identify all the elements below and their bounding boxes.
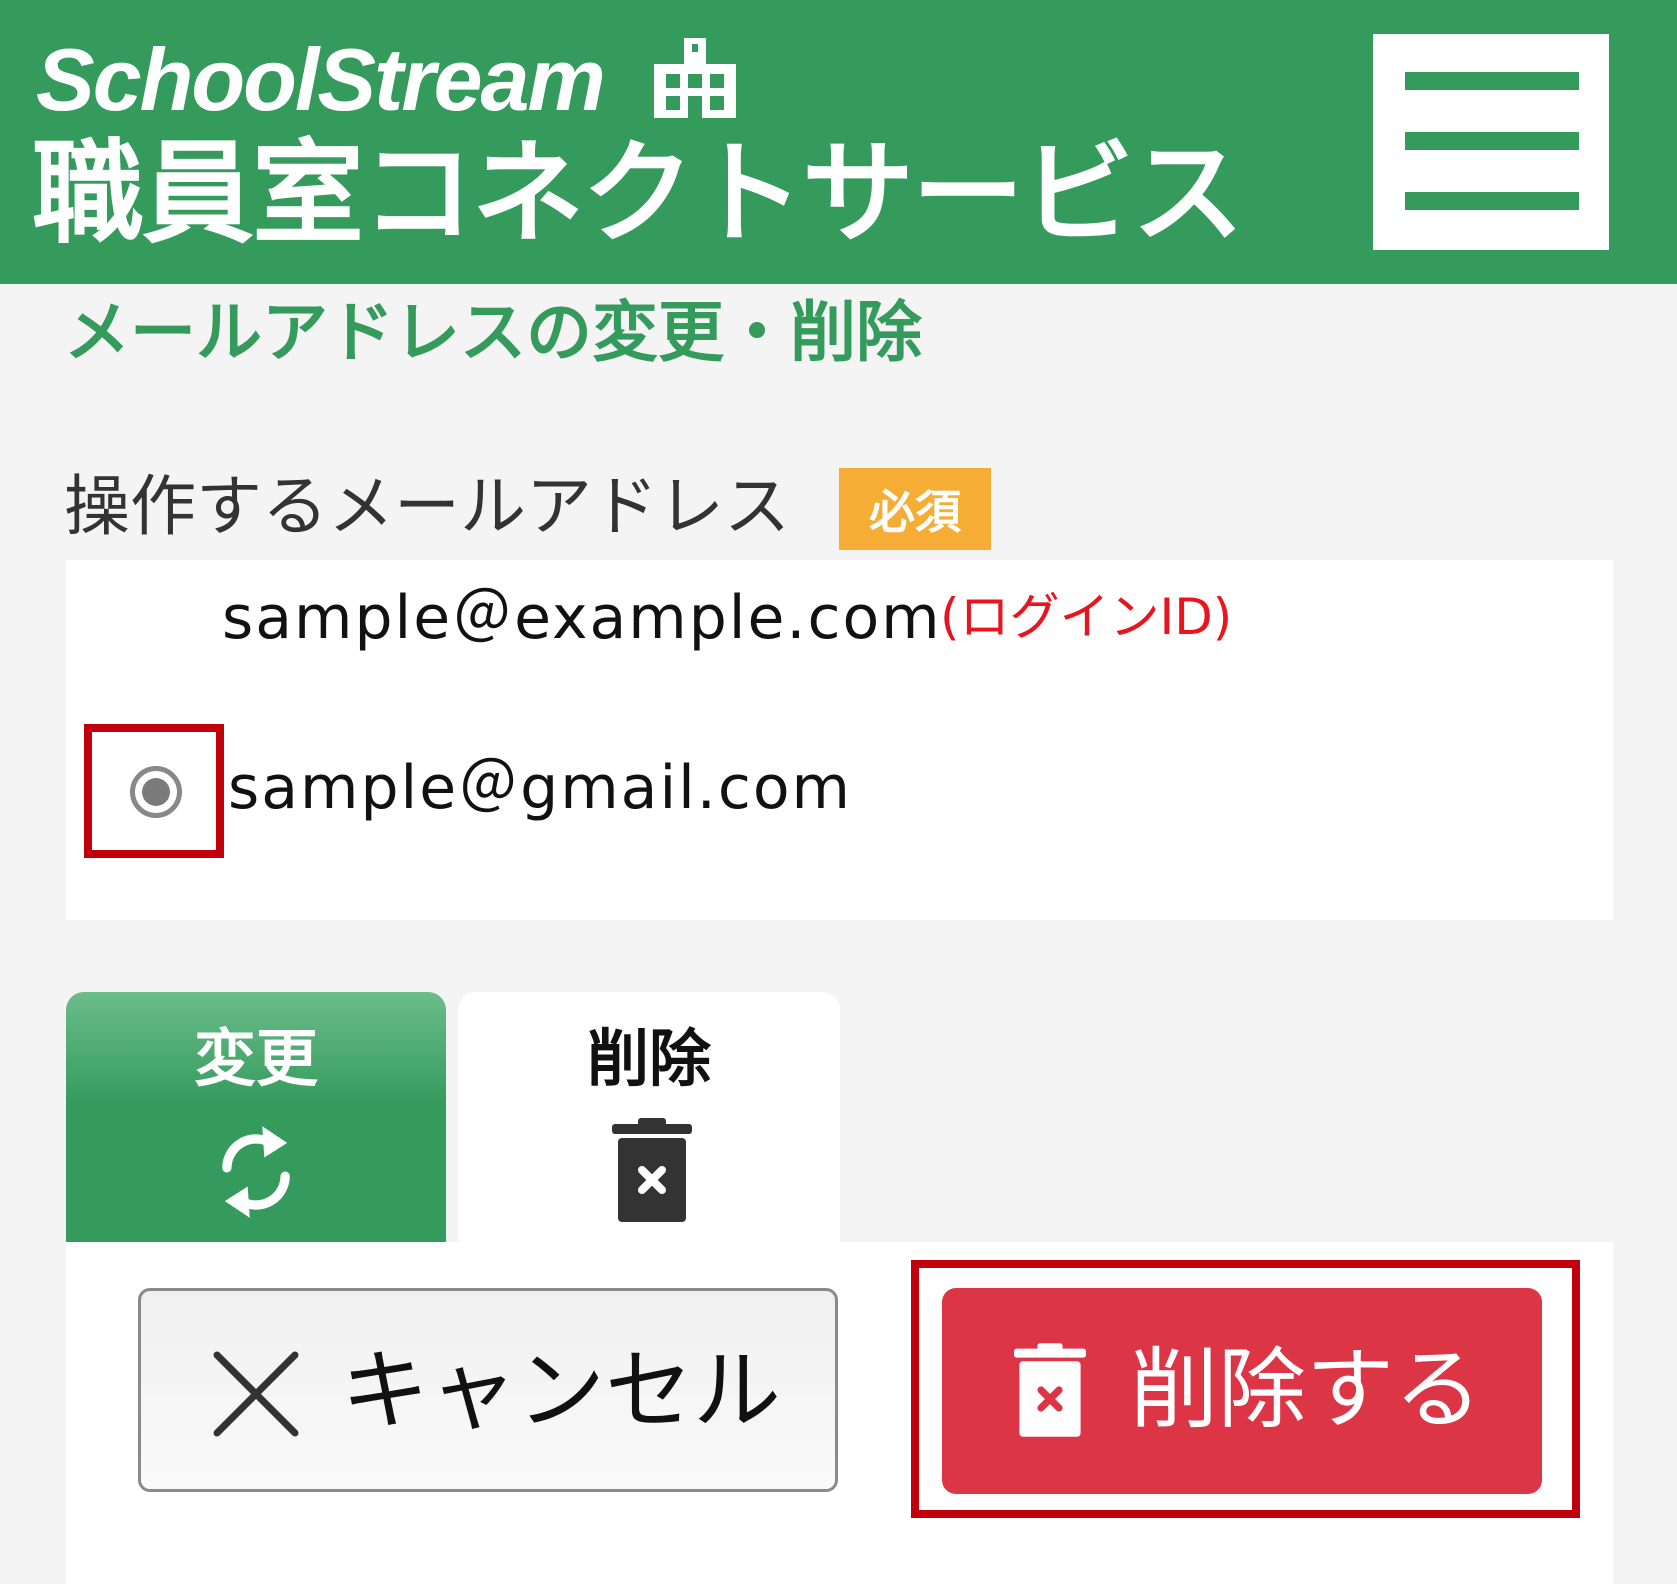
menu-bar-bottom <box>1405 192 1579 210</box>
school-building-icon <box>654 38 736 118</box>
menu-bar-middle <box>1405 132 1579 150</box>
logo-service-text: 職員室コネクトサービス <box>32 129 1244 259</box>
tab-delete[interactable]: 削除 <box>458 992 840 1242</box>
field-label: 操作するメールアドレス <box>64 468 790 545</box>
required-badge: 必須 <box>839 468 991 550</box>
hamburger-menu-icon <box>1405 72 1579 90</box>
close-icon <box>213 1351 299 1437</box>
login-id-note: (ログインID) <box>940 588 1233 646</box>
cancel-button-label: キャンセル <box>341 1339 782 1442</box>
tab-change-label: 変更 <box>193 1022 318 1095</box>
tab-change[interactable]: 変更 <box>66 992 446 1242</box>
highlight-box-radio <box>84 724 224 858</box>
address-item-login: sample＠example.com <box>222 583 942 653</box>
page-title: メールアドレスの変更・削除 <box>64 294 922 371</box>
refresh-icon <box>222 1126 290 1218</box>
cancel-button[interactable]: キャンセル <box>138 1288 838 1492</box>
app-header: SchoolStream 職員室コネクトサービス <box>0 0 1677 284</box>
address-item-gmail[interactable]: sample＠gmail.com <box>228 758 852 818</box>
highlight-box-delete <box>911 1260 1580 1518</box>
trash-icon <box>612 1118 692 1222</box>
logo-brand-text: SchoolStream <box>36 30 606 129</box>
hamburger-menu-button[interactable] <box>1373 34 1609 250</box>
tab-delete-label: 削除 <box>586 1022 711 1095</box>
